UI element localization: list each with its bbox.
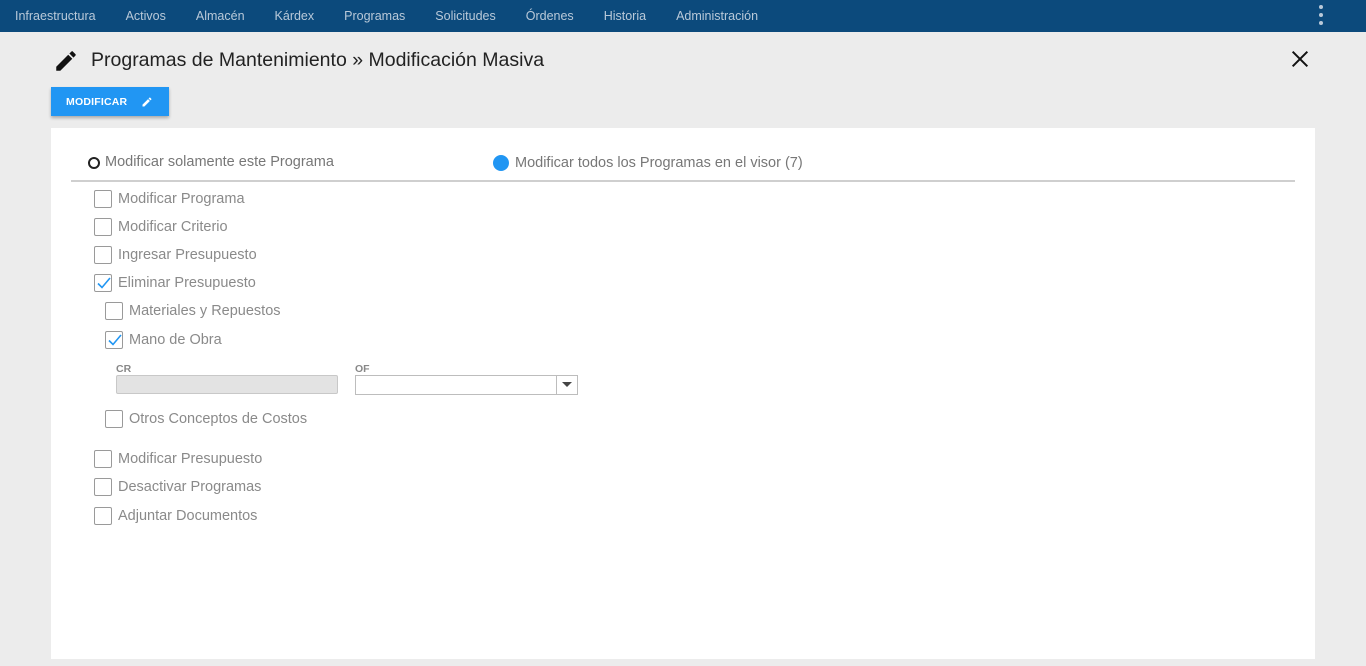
nav-items: Infraestructura Activos Almacén Kárdex P… bbox=[0, 0, 788, 32]
checkbox-unchecked-icon bbox=[94, 246, 112, 264]
cr-input[interactable] bbox=[116, 375, 338, 394]
checkbox-modificar-criterio[interactable]: Modificar Criterio bbox=[94, 218, 228, 236]
cr-label: CR bbox=[116, 363, 132, 375]
caret-down-icon[interactable] bbox=[556, 376, 577, 394]
checkbox-unchecked-icon bbox=[94, 478, 112, 496]
checkbox-desactivar-programas[interactable]: Desactivar Programas bbox=[94, 478, 261, 496]
nav-item-ordenes[interactable]: Órdenes bbox=[526, 9, 574, 23]
of-label: OF bbox=[355, 363, 370, 375]
checkbox-label: Adjuntar Documentos bbox=[118, 508, 258, 524]
checkbox-unchecked-icon bbox=[94, 507, 112, 525]
checkbox-label: Modificar Presupuesto bbox=[118, 451, 263, 467]
nav-item-almacen[interactable]: Almacén bbox=[196, 9, 245, 23]
checkbox-unchecked-icon bbox=[105, 302, 123, 320]
radio-modify-all-label: Modificar todos los Programas en el viso… bbox=[515, 154, 803, 171]
scope-radio-group: Modificar solamente este Programa Modifi… bbox=[88, 154, 1278, 180]
checkbox-unchecked-icon bbox=[105, 410, 123, 428]
nav-item-kardex[interactable]: Kárdex bbox=[275, 9, 315, 23]
checkbox-label: Mano de Obra bbox=[129, 332, 222, 348]
pencil-icon bbox=[56, 51, 76, 71]
checkbox-unchecked-icon bbox=[94, 218, 112, 236]
modify-button-label: MODIFICAR bbox=[66, 95, 128, 108]
modification-panel: Modificar solamente este Programa Modifi… bbox=[51, 128, 1315, 659]
nav-item-administracion[interactable]: Administración bbox=[676, 9, 758, 23]
radio-modify-single-label: Modificar solamente este Programa bbox=[105, 154, 334, 170]
checkbox-unchecked-icon bbox=[94, 190, 112, 208]
checkbox-modificar-programa[interactable]: Modificar Programa bbox=[94, 190, 245, 208]
radio-checked-icon bbox=[493, 155, 509, 171]
checkbox-label: Ingresar Presupuesto bbox=[118, 247, 257, 263]
checkbox-label: Modificar Programa bbox=[118, 191, 245, 207]
radio-modify-all[interactable]: Modificar todos los Programas en el viso… bbox=[493, 154, 803, 171]
nav-item-activos[interactable]: Activos bbox=[126, 9, 166, 23]
more-vert-icon[interactable] bbox=[1318, 5, 1324, 25]
radio-unchecked-icon bbox=[88, 156, 100, 169]
nav-item-solicitudes[interactable]: Solicitudes bbox=[435, 9, 495, 23]
checkbox-unchecked-icon bbox=[94, 450, 112, 468]
checkbox-otros-conceptos[interactable]: Otros Conceptos de Costos bbox=[105, 410, 307, 428]
checkbox-label: Desactivar Programas bbox=[118, 479, 262, 495]
checkbox-label: Otros Conceptos de Costos bbox=[129, 411, 308, 427]
modify-button[interactable]: MODIFICAR bbox=[51, 87, 169, 116]
radio-modify-single[interactable]: Modificar solamente este Programa bbox=[88, 154, 334, 170]
checkbox-ingresar-presupuesto[interactable]: Ingresar Presupuesto bbox=[94, 246, 257, 264]
pencil-icon bbox=[142, 96, 152, 106]
nav-item-programas[interactable]: Programas bbox=[344, 9, 405, 23]
checkbox-label: Eliminar Presupuesto bbox=[118, 275, 256, 291]
checkbox-checked-icon bbox=[105, 331, 123, 349]
checkbox-mano-de-obra[interactable]: Mano de Obra bbox=[105, 331, 222, 349]
divider bbox=[71, 180, 1295, 182]
of-select[interactable] bbox=[355, 375, 578, 395]
checkbox-materiales-repuestos[interactable]: Materiales y Repuestos bbox=[105, 302, 281, 320]
checkbox-label: Modificar Criterio bbox=[118, 219, 228, 235]
close-icon[interactable] bbox=[1289, 48, 1311, 70]
checkbox-modificar-presupuesto[interactable]: Modificar Presupuesto bbox=[94, 450, 262, 468]
nav-item-historia[interactable]: Historia bbox=[604, 9, 646, 23]
checkbox-adjuntar-documentos[interactable]: Adjuntar Documentos bbox=[94, 507, 257, 525]
checkbox-checked-icon bbox=[94, 274, 112, 292]
page-title: Programas de Mantenimiento » Modificació… bbox=[91, 49, 545, 71]
nav-item-infraestructura[interactable]: Infraestructura bbox=[15, 9, 96, 23]
checkbox-label: Materiales y Repuestos bbox=[129, 303, 281, 319]
top-nav-bar: Infraestructura Activos Almacén Kárdex P… bbox=[0, 0, 1366, 32]
checkbox-eliminar-presupuesto[interactable]: Eliminar Presupuesto bbox=[94, 274, 256, 292]
